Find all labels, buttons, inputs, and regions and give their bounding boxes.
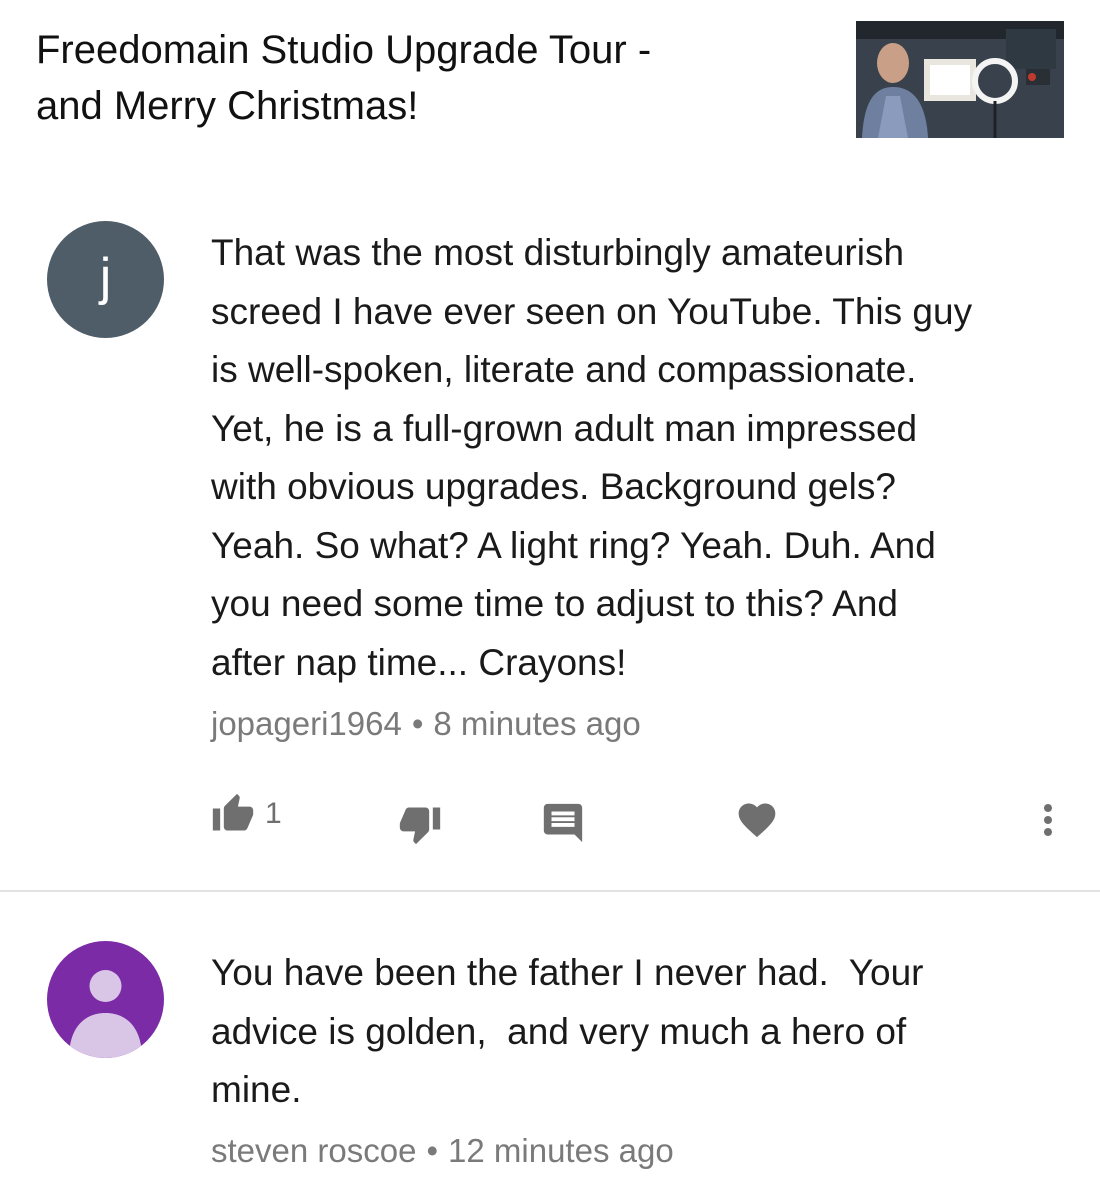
video-title-line-1: Freedomain Studio Upgrade Tour - (36, 28, 652, 72)
dislike-button[interactable] (398, 802, 442, 846)
comment-line: after nap time... Crayons! (211, 641, 627, 683)
comment-text: That was the most disturbingly amateuris… (211, 224, 1061, 692)
like-button[interactable]: 1 (211, 792, 282, 836)
comment-timestamp: 12 minutes ago (448, 1132, 674, 1169)
meta-separator: • (426, 1132, 439, 1169)
video-title[interactable]: Freedomain Studio Upgrade Tour - and Mer… (36, 22, 816, 134)
comment-line: screed I have ever seen on YouTube. This… (211, 290, 973, 332)
comment-author[interactable]: jopageri1964 (211, 705, 402, 742)
comment-actions: 1 (0, 792, 1100, 852)
more-vert-icon (1024, 796, 1072, 844)
comment-text: You have been the father I never had. Yo… (211, 944, 1061, 1120)
reply-button[interactable] (540, 800, 586, 846)
thumbs-up-icon (211, 792, 255, 836)
thumbs-down-icon (398, 802, 442, 846)
meta-separator: • (411, 705, 424, 742)
comments-page: Freedomain Studio Upgrade Tour - and Mer… (0, 0, 1100, 1200)
comment-meta: jopageri1964 • 8 minutes ago (211, 705, 641, 743)
comment-divider (0, 890, 1100, 892)
avatar[interactable] (47, 941, 164, 1058)
comment-line: you need some time to adjust to this? An… (211, 583, 898, 624)
more-options-button[interactable] (1024, 796, 1072, 844)
video-thumbnail[interactable] (856, 21, 1064, 138)
comment-line: You have been the father I never had. Yo… (211, 952, 924, 993)
comment-line: Yet, he is a full-grown adult man impres… (211, 407, 918, 449)
heart-icon (735, 798, 779, 842)
reply-icon (540, 800, 586, 846)
comment-line: with obvious upgrades. Background gels? (211, 466, 896, 507)
like-count: 1 (265, 797, 282, 830)
avatar[interactable]: j (47, 221, 164, 338)
person-icon (47, 970, 164, 1058)
avatar-letter: j (99, 248, 112, 306)
comment-timestamp: 8 minutes ago (433, 705, 641, 742)
heart-button[interactable] (735, 798, 779, 842)
comment-line: Yeah. So what? A light ring? Yeah. Duh. … (211, 524, 936, 566)
comment-line: That was the most disturbingly amateuris… (211, 232, 905, 273)
comment-meta: steven roscoe • 12 minutes ago (211, 1132, 674, 1170)
comment-line: is well-spoken, literate and compassiona… (211, 349, 917, 390)
comment-line: mine. (211, 1069, 302, 1110)
comment-author[interactable]: steven roscoe (211, 1132, 416, 1169)
video-title-line-2: and Merry Christmas! (36, 84, 419, 128)
comment-line: advice is golden, and very much a hero o… (211, 1010, 907, 1052)
